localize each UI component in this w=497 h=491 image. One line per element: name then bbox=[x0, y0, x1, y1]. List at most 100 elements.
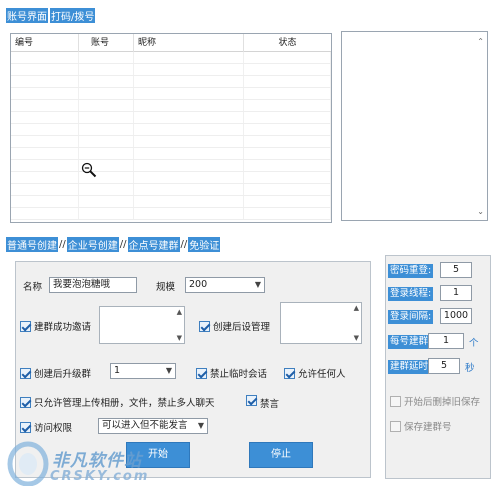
save-groups-checkbox[interactable]: 保存建群号 bbox=[390, 419, 452, 433]
table-row[interactable] bbox=[11, 184, 331, 196]
login-interval-input[interactable]: 1000 bbox=[440, 308, 472, 324]
group-delay-label: 建群延时 bbox=[388, 360, 431, 374]
group-name-input[interactable]: 我要泡泡糖哦 bbox=[49, 277, 137, 293]
chevron-down-icon[interactable]: ▼ bbox=[177, 334, 182, 342]
column-account[interactable]: 账号 bbox=[79, 34, 134, 52]
table-row[interactable] bbox=[11, 124, 331, 136]
table-cell bbox=[134, 52, 244, 63]
table-cell bbox=[134, 88, 244, 99]
table-row[interactable] bbox=[11, 100, 331, 112]
table-cell bbox=[244, 148, 331, 159]
upgrade-label: 创建后升级群 bbox=[34, 369, 92, 380]
settings-panel: 密码重登: 5 登录线程: 1 登录间隔: 1000 每号建群 1 个 建群延时… bbox=[385, 255, 491, 479]
table-cell bbox=[134, 76, 244, 87]
table-cell bbox=[244, 76, 331, 87]
admin-textarea[interactable]: ▲ ▼ bbox=[280, 302, 362, 344]
checkbox-box[interactable] bbox=[20, 367, 31, 379]
table-cell bbox=[79, 52, 134, 63]
tab-no-verify[interactable]: 免验证 bbox=[188, 237, 221, 252]
checkbox-box[interactable] bbox=[20, 421, 31, 433]
tab-enterprise-create[interactable]: 企业号创建 bbox=[66, 237, 119, 252]
delete-old-label: 开始后删掉旧保存 bbox=[404, 397, 481, 408]
table-cell bbox=[244, 172, 331, 183]
admin-checkbox[interactable]: 创建后设管理 bbox=[199, 319, 270, 333]
per-account-label: 每号建群 bbox=[388, 335, 431, 349]
table-row[interactable] bbox=[11, 172, 331, 184]
table-cell bbox=[11, 76, 79, 87]
admin-upload-checkbox[interactable]: 只允许管理上传相册，文件，禁止多人聊天 bbox=[20, 395, 215, 409]
table-header: 编号 账号 昵称 状态 bbox=[11, 34, 331, 52]
group-delay-unit: 秒 bbox=[465, 363, 475, 374]
tab-captcha-dial[interactable]: 打码/拨号 bbox=[50, 8, 96, 23]
table-row[interactable] bbox=[11, 88, 331, 100]
tab-qidian-group[interactable]: 企点号建群 bbox=[127, 237, 180, 252]
access-checkbox[interactable]: 访问权限 bbox=[20, 420, 72, 434]
no-temp-chat-checkbox[interactable]: 禁止临时会话 bbox=[196, 366, 267, 380]
top-tab-bar: 账号界面 打码/拨号 bbox=[6, 8, 96, 23]
table-cell bbox=[79, 100, 134, 111]
table-cell bbox=[134, 196, 244, 207]
mode-tab-bar: 普通号创建 // 企业号创建 // 企点号建群 // 免验证 bbox=[6, 237, 221, 252]
invite-checkbox[interactable]: 建群成功邀请 bbox=[20, 319, 91, 333]
password-relogin-input[interactable]: 5 bbox=[440, 262, 472, 278]
table-cell bbox=[244, 124, 331, 135]
table-body bbox=[11, 52, 331, 220]
group-delay-input[interactable]: 5 bbox=[428, 358, 460, 374]
column-status[interactable]: 状态 bbox=[244, 34, 331, 52]
chevron-down-icon: ▼ bbox=[165, 366, 172, 375]
tab-normal-create[interactable]: 普通号创建 bbox=[6, 237, 58, 252]
per-account-input[interactable]: 1 bbox=[428, 333, 464, 349]
checkbox-box[interactable] bbox=[199, 320, 210, 332]
upgrade-select[interactable]: 1 ▼ bbox=[110, 363, 176, 379]
table-row[interactable] bbox=[11, 76, 331, 88]
table-cell bbox=[11, 100, 79, 111]
invite-textarea[interactable]: ▲ ▼ bbox=[99, 306, 185, 344]
checkbox-box[interactable] bbox=[20, 320, 31, 332]
column-nickname[interactable]: 昵称 bbox=[134, 34, 244, 52]
table-row[interactable] bbox=[11, 196, 331, 208]
password-relogin-label: 密码重登: bbox=[388, 264, 434, 278]
table-cell bbox=[134, 112, 244, 123]
scroll-up-icon[interactable]: ⌃ bbox=[477, 37, 484, 46]
mute-checkbox[interactable]: 禁言 bbox=[246, 391, 279, 410]
account-table[interactable]: 编号 账号 昵称 状态 bbox=[10, 33, 332, 223]
table-cell bbox=[79, 148, 134, 159]
chevron-up-icon[interactable]: ▲ bbox=[177, 308, 182, 316]
table-row[interactable] bbox=[11, 52, 331, 64]
table-cell bbox=[244, 208, 331, 219]
scroll-down-icon[interactable]: ⌄ bbox=[477, 207, 484, 216]
table-cell bbox=[11, 160, 79, 171]
upgrade-checkbox[interactable]: 创建后升级群 bbox=[20, 366, 91, 380]
tab-separator: // bbox=[59, 239, 66, 250]
delete-old-checkbox[interactable]: 开始后删掉旧保存 bbox=[390, 394, 480, 408]
allow-anyone-checkbox[interactable]: 允许任何人 bbox=[284, 366, 346, 380]
checkbox-box[interactable] bbox=[20, 396, 31, 408]
checkbox-box[interactable] bbox=[246, 395, 257, 406]
column-id[interactable]: 编号 bbox=[11, 34, 79, 52]
table-row[interactable] bbox=[11, 160, 331, 172]
table-cell bbox=[11, 136, 79, 147]
scale-select[interactable]: 200 ▼ bbox=[185, 277, 265, 293]
table-row[interactable] bbox=[11, 148, 331, 160]
table-cell bbox=[134, 148, 244, 159]
table-cell bbox=[11, 196, 79, 207]
watermark-sub: CRSKY.com bbox=[50, 469, 150, 484]
tab-account[interactable]: 账号界面 bbox=[6, 8, 48, 23]
access-value: 可以进入但不能发言 bbox=[102, 420, 188, 431]
checkbox-box[interactable] bbox=[196, 367, 207, 379]
login-threads-input[interactable]: 1 bbox=[440, 285, 472, 301]
checkbox-box[interactable] bbox=[390, 420, 401, 432]
table-row[interactable] bbox=[11, 112, 331, 124]
log-listbox[interactable]: ⌃ ⌄ bbox=[341, 31, 488, 221]
checkbox-box[interactable] bbox=[284, 367, 295, 379]
per-account-unit: 个 bbox=[469, 338, 479, 349]
stop-button[interactable]: 停止 bbox=[249, 442, 313, 468]
access-select[interactable]: 可以进入但不能发言 ▼ bbox=[98, 418, 208, 434]
table-row[interactable] bbox=[11, 136, 331, 148]
scale-value: 200 bbox=[189, 279, 208, 290]
table-row[interactable] bbox=[11, 64, 331, 76]
table-row[interactable] bbox=[11, 208, 331, 220]
chevron-down-icon[interactable]: ▼ bbox=[354, 334, 359, 342]
chevron-up-icon[interactable]: ▲ bbox=[354, 304, 359, 312]
checkbox-box[interactable] bbox=[390, 395, 401, 407]
